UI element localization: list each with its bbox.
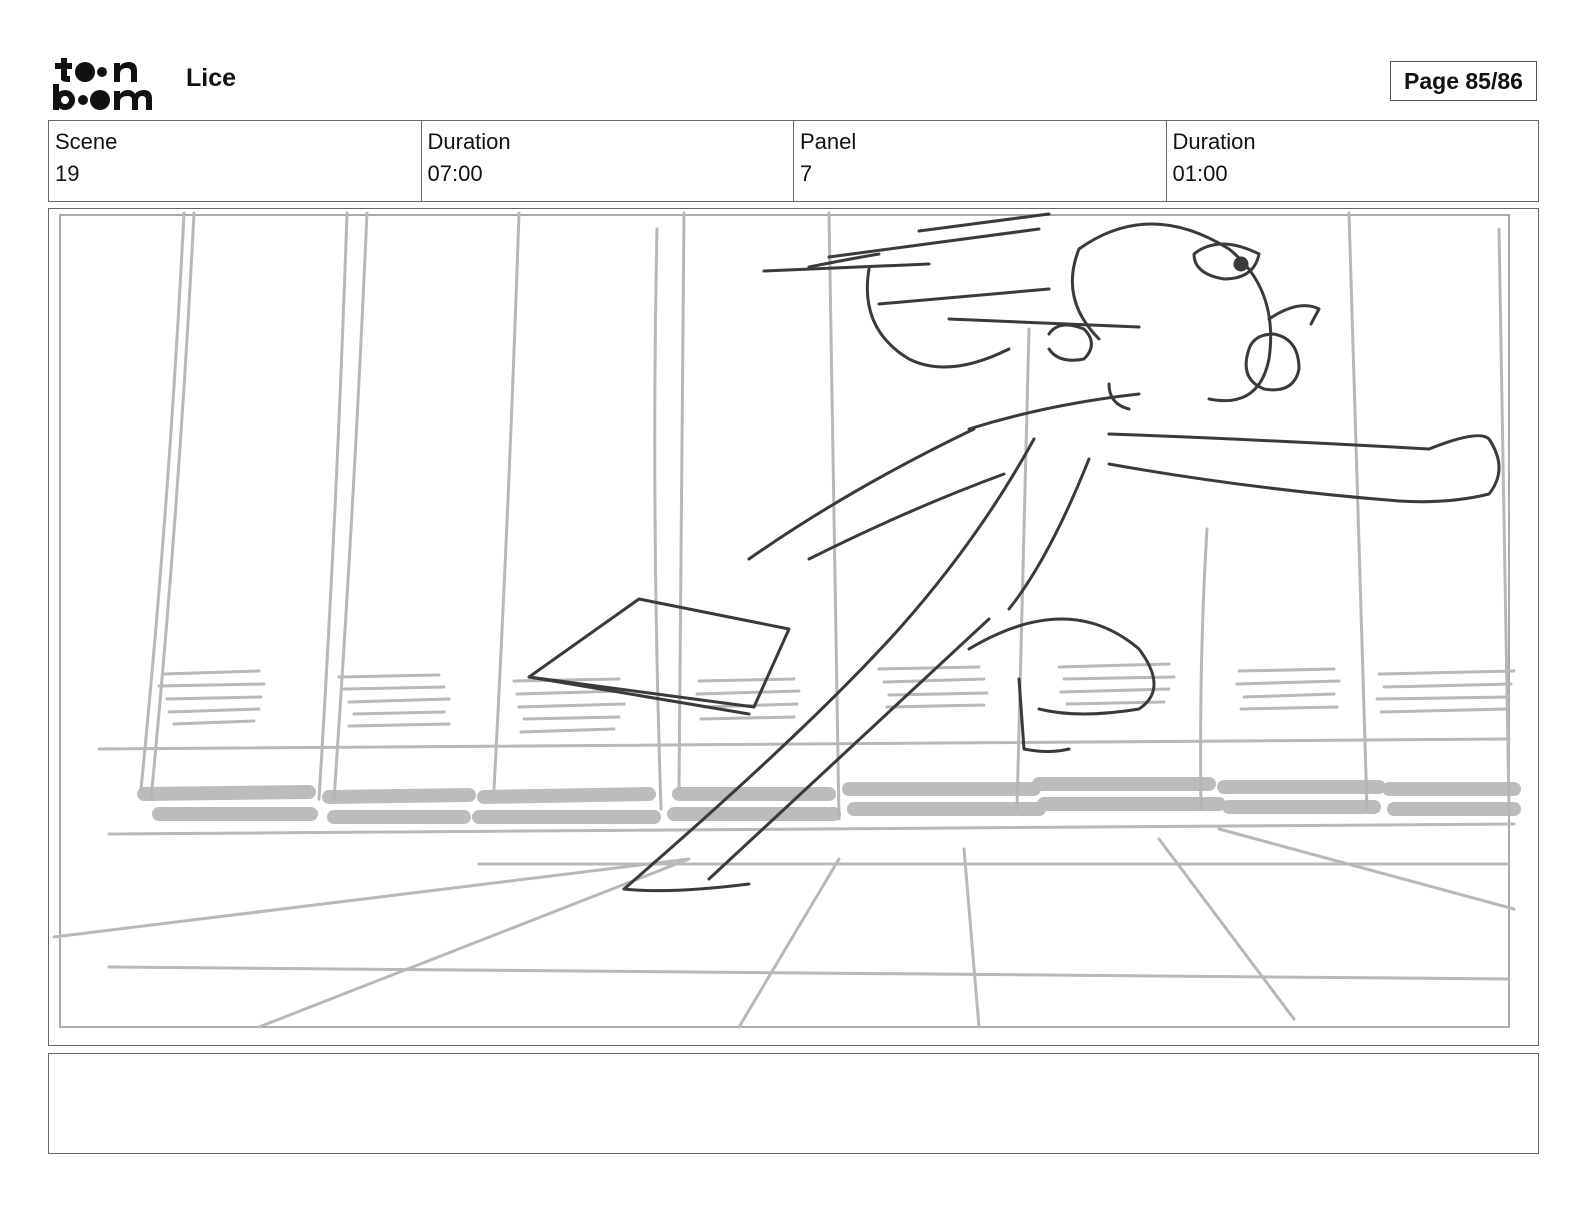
sketch-image xyxy=(52,211,1521,1029)
panel-value: 7 xyxy=(800,161,813,186)
storyboard-panel xyxy=(48,208,1539,1046)
scene-duration-cell: Duration 07:00 xyxy=(422,121,794,201)
page-indicator: Page 85/86 xyxy=(1390,61,1537,101)
scene-cell: Scene 19 xyxy=(49,121,422,201)
scene-label: Scene xyxy=(55,129,118,154)
panel-info-table: Scene 19 Duration 07:00 Panel 7 Duration… xyxy=(48,120,1539,202)
scene-duration-value: 07:00 xyxy=(427,161,483,186)
scene-value: 19 xyxy=(55,161,80,186)
panel-duration-value: 01:00 xyxy=(1172,161,1228,186)
panel-label: Panel xyxy=(800,129,857,154)
panel-duration-label: Duration xyxy=(1172,129,1256,154)
panel-cell: Panel 7 xyxy=(794,121,1167,201)
panel-duration-cell: Duration 01:00 xyxy=(1167,121,1539,201)
panel-notes-box xyxy=(48,1053,1539,1154)
project-title: Lice xyxy=(186,64,237,92)
scene-duration-label: Duration xyxy=(427,129,511,154)
toon-boom-logo xyxy=(52,52,164,112)
